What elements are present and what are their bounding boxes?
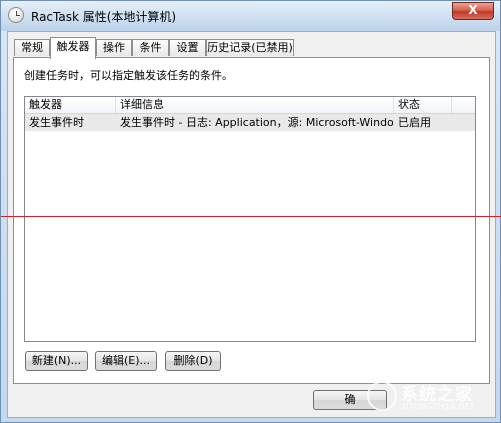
tab-actions[interactable]: 操作 xyxy=(96,39,132,56)
window-title: RacTask 属性(本地计算机) xyxy=(31,10,177,24)
dialog-client: 常规 触发器 操作 条件 设置 历史记录(已禁用) 创建任务时，可以指定触发该任… xyxy=(7,31,496,418)
row-trigger-cell: 发生事件时 xyxy=(29,116,84,129)
column-header-status[interactable]: 状态 xyxy=(394,97,452,113)
tab-conditions[interactable]: 条件 xyxy=(132,39,169,56)
column-header-details[interactable]: 详细信息 xyxy=(116,97,394,113)
row-status-cell: 已启用 xyxy=(398,116,431,129)
tab-settings[interactable]: 设置 xyxy=(169,39,206,56)
edit-button[interactable]: 编辑(E)... xyxy=(95,351,157,371)
properties-window: RacTask 属性(本地计算机) X 常规 触发器 操作 条件 设置 历史记录… xyxy=(0,0,501,423)
tab-history[interactable]: 历史记录(已禁用) xyxy=(206,39,294,56)
list-header: 触发器 详细信息 状态 xyxy=(25,97,475,114)
task-scheduler-icon xyxy=(8,7,24,23)
title-bar[interactable]: RacTask 属性(本地计算机) X xyxy=(1,1,500,31)
table-row[interactable]: 发生事件时 发生事件时 - 日志: Application，源: Microso… xyxy=(25,114,475,131)
triggers-hint-text: 创建任务时，可以指定触发该任务的条件。 xyxy=(24,69,233,82)
red-guide-line xyxy=(1,216,501,217)
triggers-panel: 创建任务时，可以指定触发该任务的条件。 触发器 详细信息 状态 发生事件时 发生… xyxy=(13,57,490,384)
close-button[interactable]: X xyxy=(452,2,494,20)
row-details-cell: 发生事件时 - 日志: Application，源: Microsoft-Win… xyxy=(120,116,394,129)
tab-general[interactable]: 常规 xyxy=(14,39,50,56)
ok-button[interactable]: 确 xyxy=(313,390,387,410)
triggers-list[interactable]: 触发器 详细信息 状态 发生事件时 发生事件时 - 日志: Applicatio… xyxy=(24,96,476,342)
new-button[interactable]: 新建(N)... xyxy=(25,351,88,371)
tab-triggers[interactable]: 触发器 xyxy=(50,37,96,59)
delete-button[interactable]: 删除(D) xyxy=(165,351,221,371)
column-header-trigger[interactable]: 触发器 xyxy=(25,97,116,113)
